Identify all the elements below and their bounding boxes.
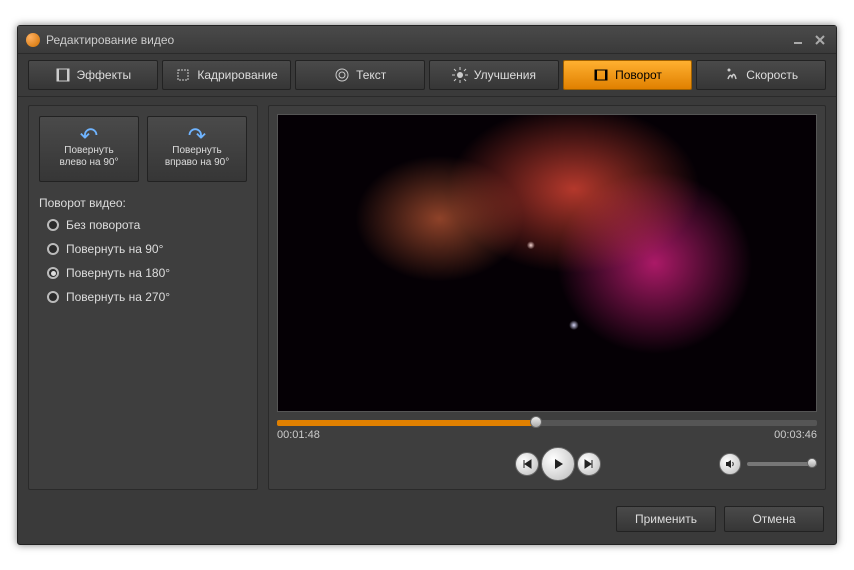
video-edit-window: Редактирование видео Эффекты Кадрировани…	[17, 25, 837, 545]
tab-label: Эффекты	[77, 68, 132, 82]
apply-button[interactable]: Применить	[616, 506, 716, 532]
radio-label: Повернуть на 90°	[66, 242, 163, 256]
player-controls	[277, 447, 817, 481]
enhance-icon	[452, 67, 468, 83]
rotation-panel: ↶ Повернуть влево на 90° ↷ Повернуть впр…	[28, 105, 258, 490]
total-time: 00:03:46	[774, 429, 817, 441]
tab-bar: Эффекты Кадрирование Текст Улучшения Пов…	[18, 54, 836, 97]
rotate-icon	[593, 67, 609, 83]
seek-fill	[277, 420, 536, 426]
minimize-button[interactable]	[790, 32, 806, 48]
text-icon	[334, 67, 350, 83]
content-area: ↶ Повернуть влево на 90° ↷ Повернуть впр…	[18, 97, 836, 498]
rotate-right-button[interactable]: ↷ Повернуть вправо на 90°	[147, 116, 247, 182]
tab-label: Текст	[356, 68, 386, 82]
radio-icon	[47, 219, 59, 231]
radio-label: Повернуть на 180°	[66, 266, 170, 280]
rotate-left-line2: влево на 90°	[59, 157, 118, 169]
play-button[interactable]	[541, 447, 575, 481]
cancel-button[interactable]: Отмена	[724, 506, 824, 532]
tab-enhance[interactable]: Улучшения	[429, 60, 559, 90]
tab-crop[interactable]: Кадрирование	[162, 60, 292, 90]
rotate-left-button[interactable]: ↶ Повернуть влево на 90°	[39, 116, 139, 182]
crop-icon	[175, 67, 191, 83]
tab-text[interactable]: Текст	[295, 60, 425, 90]
radio-icon	[47, 243, 59, 255]
preview-panel: 00:01:48 00:03:46	[268, 105, 826, 490]
rotation-radio-group: Без поворота Повернуть на 90° Повернуть …	[39, 218, 247, 304]
speed-icon	[724, 67, 740, 83]
seek-bar[interactable]	[277, 420, 817, 426]
rotate-right-line2: вправо на 90°	[165, 157, 229, 169]
video-preview[interactable]	[277, 114, 817, 412]
rotation-section-label: Поворот видео:	[39, 196, 247, 210]
rotate-right-line1: Повернуть	[172, 145, 221, 157]
volume-slider[interactable]	[747, 462, 817, 466]
rotate-left-icon: ↶	[80, 130, 98, 142]
tab-rotate[interactable]: Поворот	[563, 60, 693, 90]
rotate-right-icon: ↷	[188, 130, 206, 142]
seek-thumb[interactable]	[530, 416, 542, 428]
radio-icon	[47, 291, 59, 303]
radio-90[interactable]: Повернуть на 90°	[47, 242, 247, 256]
tab-effects[interactable]: Эффекты	[28, 60, 158, 90]
volume-thumb[interactable]	[807, 458, 817, 468]
radio-no-rotation[interactable]: Без поворота	[47, 218, 247, 232]
radio-label: Без поворота	[66, 218, 140, 232]
tab-label: Скорость	[746, 68, 798, 82]
radio-icon	[47, 267, 59, 279]
tab-speed[interactable]: Скорость	[696, 60, 826, 90]
tab-label: Улучшения	[474, 68, 536, 82]
next-button[interactable]	[577, 452, 601, 476]
radio-180[interactable]: Повернуть на 180°	[47, 266, 247, 280]
close-button[interactable]	[812, 32, 828, 48]
rotate-left-line1: Повернуть	[64, 145, 113, 157]
window-title: Редактирование видео	[46, 33, 784, 47]
radio-label: Повернуть на 270°	[66, 290, 170, 304]
timeline: 00:01:48 00:03:46	[277, 420, 817, 441]
tab-label: Поворот	[615, 68, 662, 82]
app-icon	[26, 33, 40, 47]
volume-button[interactable]	[719, 453, 741, 475]
tab-label: Кадрирование	[197, 68, 277, 82]
effects-icon	[55, 67, 71, 83]
video-frame	[278, 115, 816, 411]
footer: Применить Отмена	[18, 498, 836, 544]
titlebar: Редактирование видео	[18, 26, 836, 54]
current-time: 00:01:48	[277, 429, 320, 441]
prev-button[interactable]	[515, 452, 539, 476]
radio-270[interactable]: Повернуть на 270°	[47, 290, 247, 304]
